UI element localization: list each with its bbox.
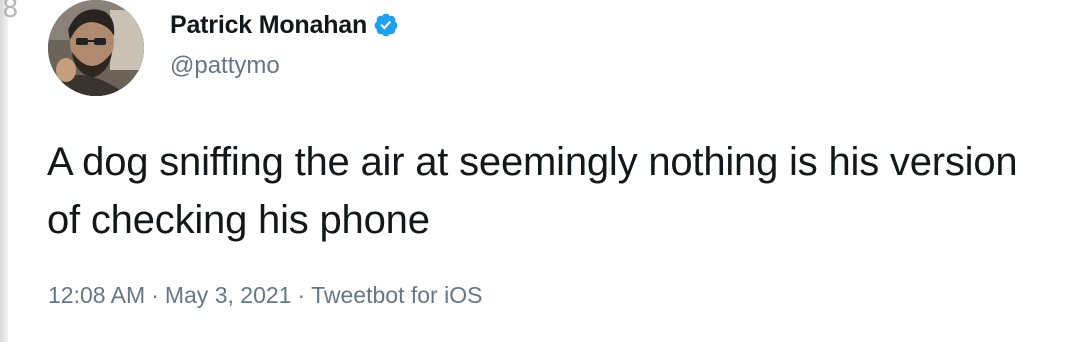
- display-name[interactable]: Patrick Monahan: [170, 11, 367, 40]
- tweet-meta: 12:08 AM · May 3, 2021 · Tweetbot for iOS: [48, 282, 482, 309]
- left-edge-border: [0, 0, 8, 342]
- name-row: Patrick Monahan: [170, 8, 399, 42]
- corner-fragment-icon: 8: [2, 0, 19, 24]
- tweet-text: A dog sniffing the air at seemingly noth…: [47, 140, 1018, 242]
- avatar[interactable]: [48, 0, 144, 96]
- profile-photo-icon: [48, 0, 144, 96]
- tweet-time[interactable]: 12:08 AM: [48, 282, 145, 308]
- separator: ·: [297, 282, 306, 308]
- verified-badge-icon: [373, 12, 399, 38]
- separator: ·: [151, 282, 159, 308]
- tweet-date[interactable]: May 3, 2021: [165, 282, 292, 308]
- tweet-card: 8 Patrick Monahan @pattymo A dog sniffin…: [0, 0, 1080, 342]
- handle[interactable]: @pattymo: [170, 52, 280, 80]
- tweet-source[interactable]: Tweetbot for iOS: [311, 282, 482, 308]
